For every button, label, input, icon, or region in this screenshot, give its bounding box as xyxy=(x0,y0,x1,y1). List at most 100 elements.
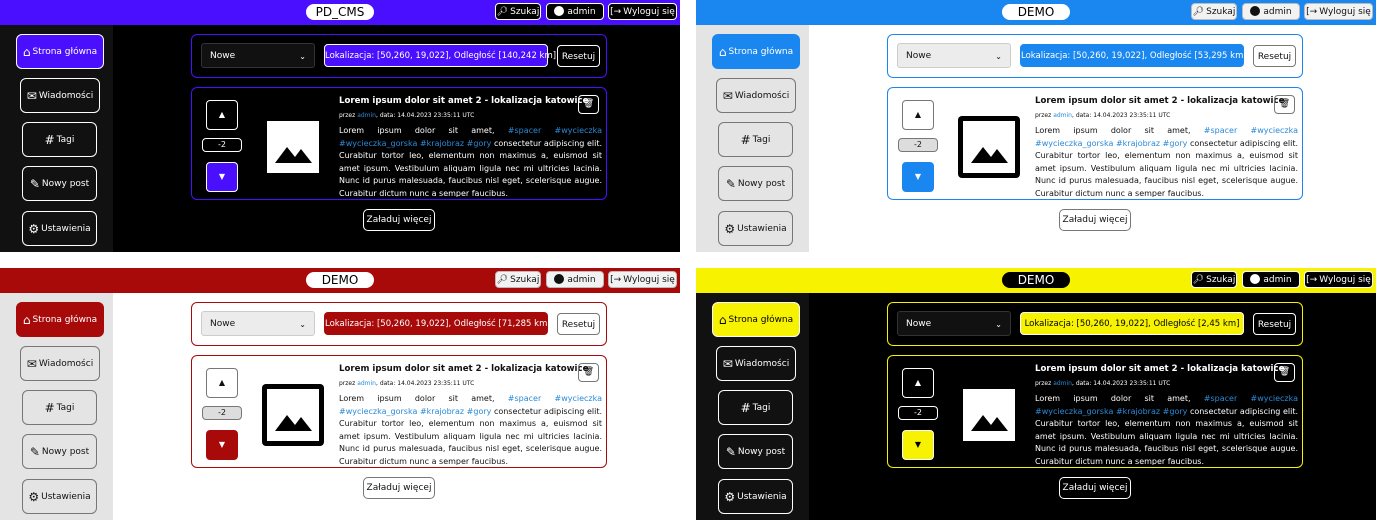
logout-button[interactable]: [→ Wyloguj się xyxy=(1304,3,1373,20)
sidebar-item-new-post[interactable]: ✎ Nowy post xyxy=(22,166,97,201)
load-more-button[interactable]: Załaduj więcej xyxy=(1059,477,1131,499)
sidebar-item-messages[interactable]: ✉ Wiadomości xyxy=(20,78,100,113)
location-button[interactable]: Lokalizacja: [50,260, 19,022], Odległość… xyxy=(1020,44,1247,67)
tag-link[interactable]: #spacer xyxy=(1204,394,1237,403)
tag-link[interactable]: #krajobraz xyxy=(1116,407,1160,416)
search-button[interactable]: 🔎︎ Szukaj xyxy=(1191,3,1237,20)
search-button[interactable]: 🔎︎ Szukaj xyxy=(495,271,541,288)
tag-link[interactable]: #spacer xyxy=(1204,126,1237,135)
delete-button[interactable]: 🗑︎ xyxy=(1274,95,1295,114)
sidebar-item-home[interactable]: ⌂ Strona główna xyxy=(16,34,104,69)
search-label: Szukaj xyxy=(510,7,540,17)
user-button[interactable]: admin xyxy=(546,3,604,20)
sidebar-item-messages[interactable]: ✉ Wiadomości xyxy=(716,78,796,113)
sidebar-item-tags[interactable]: # Tagi xyxy=(718,122,793,157)
location-button[interactable]: Lokalizacja: [50,260, 19,022], Odległość… xyxy=(324,44,556,67)
logout-button[interactable]: [→ Wyloguj się xyxy=(608,271,677,288)
search-button[interactable]: 🔎︎ Szukaj xyxy=(1191,271,1237,288)
tag-link[interactable]: #gory xyxy=(1163,139,1188,148)
tag-link[interactable]: #wycieczka xyxy=(1250,126,1298,135)
filter-bar: Nowe ⌄ Lokalizacja: [50,260, 19,022], Odl… xyxy=(191,34,607,78)
sort-select[interactable]: Nowe ⌄ xyxy=(201,43,315,68)
delete-button[interactable]: 🗑︎ xyxy=(578,363,599,382)
search-icon: 🔎︎ xyxy=(1192,275,1205,285)
load-more-button[interactable]: Załaduj więcej xyxy=(1059,209,1131,231)
tag-link[interactable]: #gory xyxy=(467,139,492,148)
header-bar: PD_CMS 🔎︎ Szukaj admin [→ Wyloguj się xyxy=(0,0,680,25)
post-author-link[interactable]: admin xyxy=(1053,112,1072,119)
tag-link[interactable]: #wycieczka xyxy=(1250,394,1298,403)
user-button[interactable]: admin xyxy=(1242,3,1300,20)
post-title[interactable]: Lorem ipsum dolor sit amet 2 - lokalizac… xyxy=(339,96,588,106)
avatar-icon xyxy=(1250,274,1261,284)
reset-button[interactable]: Resetuj xyxy=(1253,313,1296,335)
tag-link[interactable]: #wycieczka xyxy=(554,394,602,403)
delete-button[interactable]: 🗑︎ xyxy=(578,95,599,114)
sidebar-item-label: Nowy post xyxy=(737,446,786,457)
logout-button[interactable]: [→ Wyloguj się xyxy=(1304,271,1373,288)
post-author-link[interactable]: admin xyxy=(357,112,376,119)
load-more-button[interactable]: Załaduj więcej xyxy=(363,209,435,231)
tag-link[interactable]: #spacer xyxy=(508,126,541,135)
downvote-button[interactable]: ▼ xyxy=(902,162,934,192)
reset-button[interactable]: Resetuj xyxy=(1253,45,1296,67)
tag-link[interactable]: #wycieczka_gorska xyxy=(1035,407,1113,416)
user-button[interactable]: admin xyxy=(546,271,604,288)
sidebar-item-new-post[interactable]: ✎ Nowy post xyxy=(718,166,793,201)
sort-select[interactable]: Nowe ⌄ xyxy=(897,43,1011,68)
sort-select[interactable]: Nowe ⌄ xyxy=(201,311,315,336)
sidebar-item-label: Nowy post xyxy=(41,178,90,189)
search-button[interactable]: 🔎︎ Szukaj xyxy=(495,3,541,20)
tag-link[interactable]: #gory xyxy=(1163,407,1188,416)
delete-button[interactable]: 🗑︎ xyxy=(1274,363,1295,382)
tag-link[interactable]: #wycieczka_gorska xyxy=(1035,139,1113,148)
sidebar-item-new-post[interactable]: ✎ Nowy post xyxy=(718,434,793,469)
search-label: Szukaj xyxy=(1206,7,1236,17)
user-button[interactable]: admin xyxy=(1242,271,1300,288)
upvote-button[interactable]: ▲ xyxy=(902,100,934,130)
sidebar-item-settings[interactable]: ⚙ Ustawienia xyxy=(718,479,793,514)
sidebar-item-home[interactable]: ⌂ Strona główna xyxy=(712,34,800,69)
post-author-link[interactable]: admin xyxy=(357,380,376,387)
reset-button[interactable]: Resetuj xyxy=(557,313,600,335)
location-button[interactable]: Lokalizacja: [50,260, 19,022], Odległość… xyxy=(324,312,551,335)
sidebar-item-messages[interactable]: ✉ Wiadomości xyxy=(716,346,796,381)
sidebar-item-tags[interactable]: # Tagi xyxy=(22,122,97,157)
sidebar-item-messages[interactable]: ✉ Wiadomości xyxy=(20,346,100,381)
sidebar-item-settings[interactable]: ⚙ Ustawienia xyxy=(22,479,97,514)
logout-button[interactable]: [→ Wyloguj się xyxy=(608,3,677,20)
tag-link[interactable]: #krajobraz xyxy=(1116,139,1160,148)
tag-link[interactable]: #wycieczka_gorska xyxy=(339,407,417,416)
downvote-button[interactable]: ▼ xyxy=(902,430,934,460)
load-more-button[interactable]: Załaduj więcej xyxy=(363,477,435,499)
gear-icon: ⚙ xyxy=(724,489,736,504)
sidebar-item-tags[interactable]: # Tagi xyxy=(718,390,793,425)
upvote-button[interactable]: ▲ xyxy=(902,368,934,398)
tag-link[interactable]: #spacer xyxy=(508,394,541,403)
post-title[interactable]: Lorem ipsum dolor sit amet 2 - lokalizac… xyxy=(1035,96,1284,106)
tag-link[interactable]: #gory xyxy=(467,407,492,416)
post-title[interactable]: Lorem ipsum dolor sit amet 2 - lokalizac… xyxy=(339,364,588,374)
sort-select[interactable]: Nowe ⌄ xyxy=(897,311,1011,336)
reset-button[interactable]: Resetuj xyxy=(557,45,600,67)
sidebar-item-tags[interactable]: # Tagi xyxy=(22,390,97,425)
sidebar-item-home[interactable]: ⌂ Strona główna xyxy=(16,302,104,337)
tag-link[interactable]: #krajobraz xyxy=(420,407,464,416)
sidebar-item-settings[interactable]: ⚙ Ustawienia xyxy=(718,211,793,246)
sidebar-item-settings[interactable]: ⚙ Ustawienia xyxy=(22,211,97,246)
tag-link[interactable]: #krajobraz xyxy=(420,139,464,148)
hash-icon: # xyxy=(44,132,55,147)
tag-link[interactable]: #wycieczka_gorska xyxy=(339,139,417,148)
sidebar-item-home[interactable]: ⌂ Strona główna xyxy=(712,302,800,337)
tag-link[interactable]: #wycieczka xyxy=(554,126,602,135)
upvote-button[interactable]: ▲ xyxy=(206,368,238,398)
location-button[interactable]: Lokalizacja: [50,260, 19,022], Odległość… xyxy=(1020,312,1244,335)
downvote-button[interactable]: ▼ xyxy=(206,430,238,460)
post-title[interactable]: Lorem ipsum dolor sit amet 2 - lokalizac… xyxy=(1035,364,1284,374)
post-author-link[interactable]: admin xyxy=(1053,380,1072,387)
upvote-button[interactable]: ▲ xyxy=(206,100,238,130)
sidebar-item-new-post[interactable]: ✎ Nowy post xyxy=(22,434,97,469)
downvote-button[interactable]: ▼ xyxy=(206,162,238,192)
search-icon: 🔎︎ xyxy=(496,275,509,285)
app-title: DEMO xyxy=(1002,4,1070,20)
